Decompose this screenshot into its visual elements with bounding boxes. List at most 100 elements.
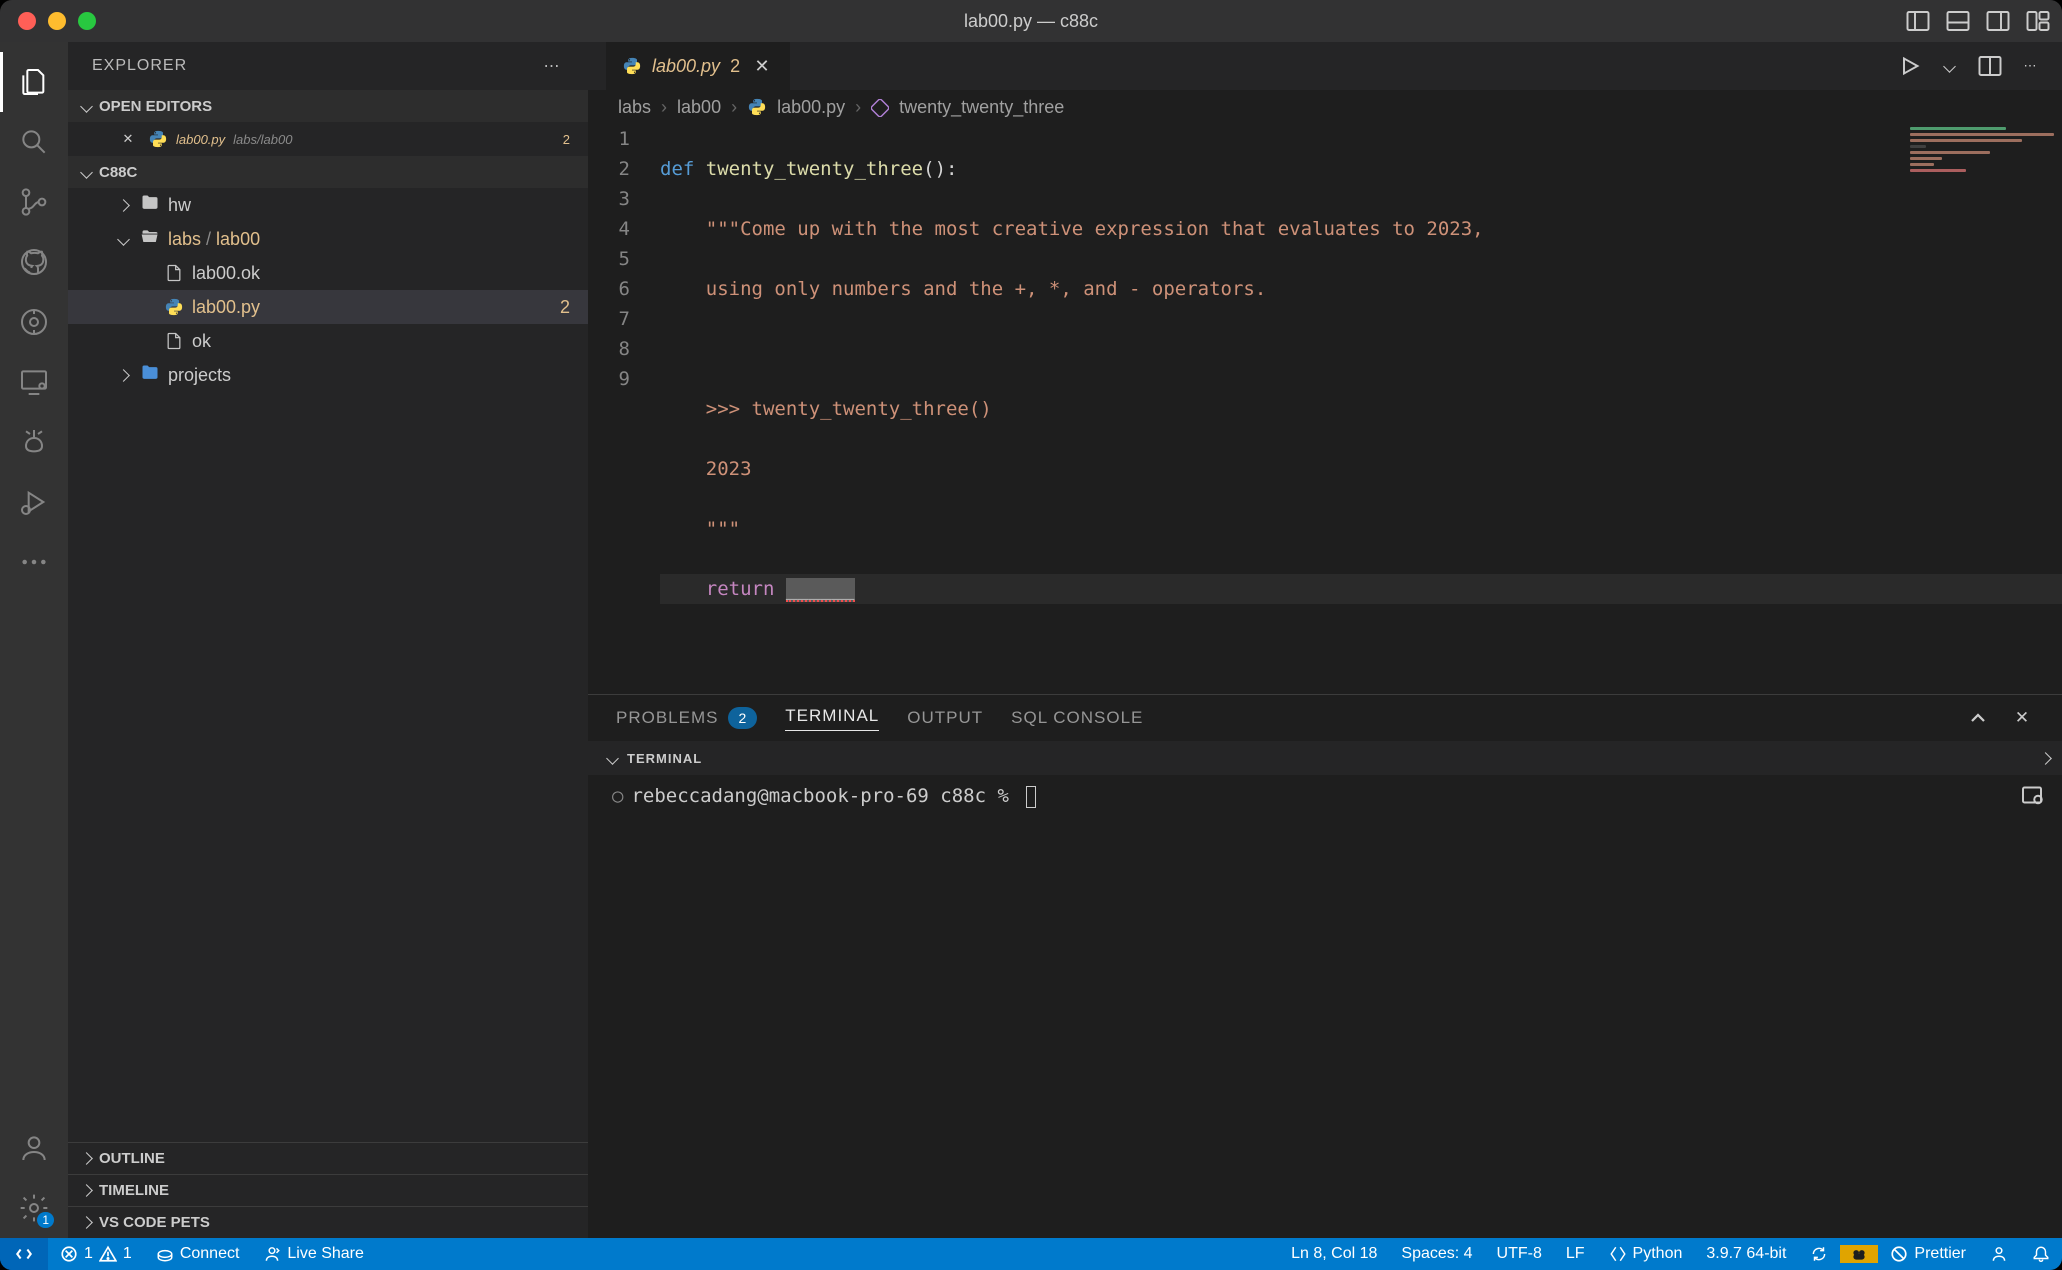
status-bar: 1 1 Connect Live Share Ln 8, Col 18 Spac… [0, 1238, 2062, 1270]
open-editors-label: OPEN EDITORS [99, 98, 212, 115]
toggle-primary-sidebar-icon[interactable] [1906, 9, 1930, 33]
terminal-config-icon[interactable] [2020, 783, 2044, 807]
status-live-share[interactable]: Live Share [251, 1238, 376, 1270]
activity-run-debug-icon[interactable] [0, 472, 68, 532]
crumb-labs[interactable]: labs [618, 97, 651, 118]
editor-more-icon[interactable]: ⋯ [2018, 54, 2042, 78]
activity-search-icon[interactable] [0, 112, 68, 172]
activity-account-icon[interactable] [0, 1118, 68, 1178]
python-file-icon [747, 97, 767, 117]
status-copilot[interactable] [1840, 1245, 1878, 1263]
file-label: lab00.py [192, 297, 260, 318]
file-label: lab00.ok [192, 263, 260, 284]
chevron-right-icon[interactable] [2041, 751, 2052, 766]
activity-bar: 1 [0, 42, 68, 1238]
outline-label: OUTLINE [99, 1150, 165, 1167]
activity-gitlens-icon[interactable] [0, 292, 68, 352]
status-connect[interactable]: Connect [144, 1238, 252, 1270]
folder-projects[interactable]: projects [68, 358, 588, 392]
sidebar-more-icon[interactable]: ⋯ [540, 54, 564, 78]
status-feedback-icon[interactable] [1978, 1245, 2020, 1263]
file-ok[interactable]: ok [68, 324, 588, 358]
error-underline: ______ [786, 578, 855, 602]
status-language[interactable]: Python [1597, 1245, 1695, 1263]
tab-lab00-py[interactable]: lab00.py 2 ✕ [606, 42, 791, 90]
run-dropdown-icon[interactable] [1938, 54, 1962, 78]
code-content[interactable]: def twenty_twenty_three(): """Come up wi… [648, 124, 2062, 694]
folder-hw[interactable]: hw [68, 188, 588, 222]
status-live-share-label: Live Share [287, 1245, 364, 1263]
status-indent[interactable]: Spaces: 4 [1389, 1245, 1484, 1263]
panel-tab-problems[interactable]: PROBLEMS 2 [616, 707, 757, 729]
terminal-title-bar[interactable]: TERMINAL [588, 741, 2062, 775]
panel-tab-output-label: OUTPUT [907, 708, 983, 728]
activity-settings-icon[interactable]: 1 [0, 1178, 68, 1238]
folder-icon [140, 363, 160, 388]
activity-remote-explorer-icon[interactable] [0, 352, 68, 412]
tab-label: lab00.py [652, 56, 720, 77]
panel-tab-terminal[interactable]: TERMINAL [785, 706, 879, 731]
toggle-panel-icon[interactable] [1946, 9, 1970, 33]
panel-tab-terminal-label: TERMINAL [785, 706, 879, 726]
status-eol[interactable]: LF [1554, 1245, 1597, 1263]
breadcrumbs[interactable]: labs › lab00 › lab00.py › twenty_twenty_… [588, 90, 2062, 124]
open-editor-name: lab00.py [176, 132, 225, 147]
customize-layout-icon[interactable] [2026, 9, 2050, 33]
file-icon [164, 263, 184, 283]
status-interpreter[interactable]: 3.9.7 64-bit [1694, 1245, 1798, 1263]
file-lab00-py[interactable]: lab00.py 2 [68, 290, 588, 324]
window-minimize-button[interactable] [48, 12, 66, 30]
section-pets[interactable]: VS CODE PETS [68, 1206, 588, 1238]
sidebar-explorer: EXPLORER ⋯ OPEN EDITORS ✕ lab00.py labs/… [68, 42, 588, 1238]
status-sync-icon[interactable] [1798, 1245, 1840, 1263]
workspace-label: C88C [99, 164, 137, 181]
panel-close-icon[interactable]: ✕ [2010, 706, 2034, 730]
toggle-secondary-sidebar-icon[interactable] [1986, 9, 2010, 33]
status-problems[interactable]: 1 1 [48, 1238, 144, 1270]
folder-labs[interactable]: labs / lab00 [68, 222, 588, 256]
crumb-symbol[interactable]: twenty_twenty_three [899, 97, 1064, 118]
activity-explorer-icon[interactable] [0, 52, 68, 112]
python-file-icon [164, 297, 184, 317]
panel-tab-output[interactable]: OUTPUT [907, 708, 983, 728]
file-lab00-ok[interactable]: lab00.ok [68, 256, 588, 290]
activity-source-control-icon[interactable] [0, 172, 68, 232]
chevron-right-icon [82, 1182, 93, 1199]
panel-maximize-icon[interactable] [1966, 706, 1990, 730]
activity-pets-icon[interactable] [0, 412, 68, 472]
tab-problems-count: 2 [730, 56, 740, 77]
code-editor[interactable]: 123456789 def twenty_twenty_three(): """… [588, 124, 2062, 694]
terminal-content[interactable]: ○rebeccadang@macbook-pro-69 c88c % [588, 775, 2062, 1238]
close-editor-icon[interactable]: ✕ [116, 127, 140, 151]
crumb-file[interactable]: lab00.py [777, 97, 845, 118]
status-prettier[interactable]: Prettier [1878, 1245, 1978, 1263]
status-remote-button[interactable] [0, 1238, 48, 1270]
problems-count-badge: 2 [728, 707, 757, 729]
status-ln-col[interactable]: Ln 8, Col 18 [1279, 1245, 1389, 1263]
open-editor-path: labs/lab00 [233, 132, 292, 147]
activity-github-icon[interactable] [0, 232, 68, 292]
open-editor-lab00[interactable]: ✕ lab00.py labs/lab00 2 [68, 122, 588, 156]
crumb-lab00[interactable]: lab00 [677, 97, 721, 118]
run-file-icon[interactable] [1898, 54, 1922, 78]
sidebar-title: EXPLORER [92, 57, 187, 75]
window-maximize-button[interactable] [78, 12, 96, 30]
status-warning-count: 1 [123, 1245, 132, 1263]
chevron-down-icon [82, 164, 93, 181]
split-editor-icon[interactable] [1978, 54, 2002, 78]
panel-tab-sql[interactable]: SQL CONSOLE [1011, 708, 1143, 728]
folder-lab00-label: lab00 [216, 229, 260, 249]
section-open-editors[interactable]: OPEN EDITORS [68, 90, 588, 122]
folder-icon [140, 193, 160, 218]
folder-labs-label: labs [168, 229, 201, 249]
status-encoding[interactable]: UTF-8 [1485, 1245, 1554, 1263]
section-workspace[interactable]: C88C [68, 156, 588, 188]
status-connect-label: Connect [180, 1245, 240, 1263]
section-timeline[interactable]: TIMELINE [68, 1174, 588, 1206]
status-notifications-icon[interactable] [2020, 1245, 2062, 1263]
tab-close-icon[interactable]: ✕ [750, 54, 774, 78]
section-outline[interactable]: OUTLINE [68, 1142, 588, 1174]
panel: PROBLEMS 2 TERMINAL OUTPUT SQL CONSOLE ✕… [588, 694, 2062, 1238]
activity-more-icon[interactable] [0, 532, 68, 592]
window-close-button[interactable] [18, 12, 36, 30]
